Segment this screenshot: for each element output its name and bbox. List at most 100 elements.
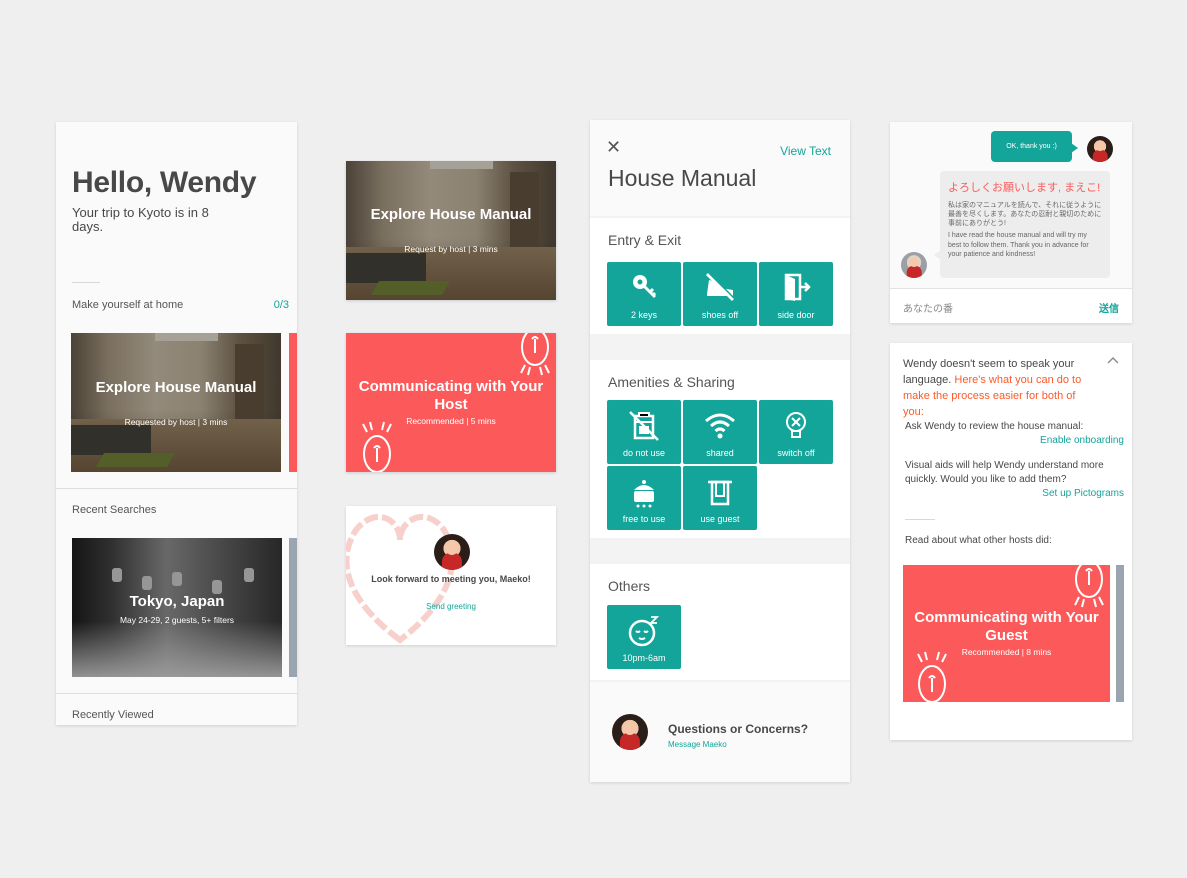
tip-text: Ask Wendy to review the house manual:: [905, 421, 1084, 432]
tile-side-door[interactable]: side door: [759, 262, 833, 326]
tile-label: free to use: [622, 514, 666, 524]
lightbulb-icon: [786, 412, 806, 438]
divider: [72, 282, 100, 283]
tile-switch-off[interactable]: switch off: [759, 400, 833, 464]
section-entry-exit: Entry & Exit 2 keys shoes off side door: [590, 218, 850, 334]
host-avatar: [434, 534, 470, 570]
home-panel: Hello, Wendy Your trip to Kyoto is in 8 …: [56, 122, 297, 725]
communicating-guest-card[interactable]: Communicating with Your Guest Recommende…: [903, 565, 1110, 702]
send-button[interactable]: 送信: [1099, 300, 1119, 315]
message-input-bar: あなたの番 送信: [890, 288, 1132, 323]
card-subtitle: May 24-29, 2 guests, 5+ filters: [119, 615, 235, 625]
section-title: Amenities & Sharing: [608, 374, 735, 390]
wifi-icon: [705, 413, 735, 439]
card-subtitle: Recommended | 8 mins: [961, 647, 1052, 657]
card-subtitle: Request by host | 3 mins: [404, 244, 498, 254]
tile-do-not-use[interactable]: do not use: [607, 400, 681, 464]
greeting-card: Look forward to meeting you, Maeko! Send…: [346, 506, 556, 645]
close-icon[interactable]: ✕: [606, 138, 621, 156]
tip-review-manual: Ask Wendy to review the house manual: En…: [905, 420, 1124, 448]
card-subtitle: Requested by host | 3 mins: [124, 417, 228, 427]
no-shoes-icon: [705, 272, 736, 302]
message-headline: よろしくお願いします, まえこ!: [948, 182, 1101, 194]
towel-icon: [708, 480, 732, 506]
next-card-peek[interactable]: [289, 538, 297, 677]
chevron-up-icon[interactable]: [1107, 356, 1119, 364]
next-card-peek[interactable]: [1116, 565, 1124, 702]
section-title: Others: [608, 578, 651, 594]
house-manual-panel: ✕ View Text House Manual Entry & Exit 2 …: [590, 120, 850, 782]
tile-keys[interactable]: 2 keys: [607, 262, 681, 326]
section-title: Entry & Exit: [608, 232, 682, 248]
sleeping-face-icon: [628, 616, 660, 647]
card-title: Tokyo, Japan: [129, 593, 225, 610]
host-avatar: [612, 714, 648, 750]
explore-house-manual-card[interactable]: Explore House Manual Request by host | 3…: [346, 161, 556, 300]
section-title: Make yourself at home: [72, 299, 184, 311]
message-english: I have read the house manual and will tr…: [948, 232, 1089, 258]
lantern-doodle-icon: [917, 651, 947, 702]
incoming-message: よろしくお願いします, まえこ! 私は家のマニュアルを読んで、それに従うように最…: [934, 171, 1110, 278]
greeting-message: Look forward to meeting you, Maeko!: [371, 574, 531, 584]
door-exit-icon: [784, 273, 811, 301]
lantern-doodle-icon: [1074, 565, 1104, 608]
tile-shoes-off[interactable]: shoes off: [683, 262, 757, 326]
card-title: Communicating with Your Guest: [914, 609, 1099, 644]
tile-label: switch off: [777, 448, 815, 458]
card-title: Explore House Manual: [370, 206, 532, 223]
divider: [56, 488, 297, 489]
tip-text: Visual aids will help Wendy understand m…: [905, 460, 1104, 485]
tile-label: shared: [706, 448, 734, 458]
progress-count: 0/3: [273, 299, 289, 311]
explore-house-manual-card[interactable]: Explore House Manual Requested by host |…: [71, 333, 281, 472]
tile-label: 2 keys: [630, 310, 657, 320]
section-title: Recent Searches: [72, 504, 157, 516]
guest-avatar: [901, 252, 927, 278]
key-icon: [633, 275, 657, 299]
section-header-home: Make yourself at home 0/3: [72, 299, 289, 311]
section-header-recent-searches: Recent Searches: [72, 504, 289, 516]
enable-onboarding-link[interactable]: Enable onboarding: [905, 434, 1124, 448]
tile-quiet-hours[interactable]: 10pm-6am: [607, 605, 681, 669]
section-title: Recently Viewed: [72, 709, 154, 721]
set-up-pictograms-link[interactable]: Set up Pictograms: [905, 487, 1124, 501]
communicating-host-card[interactable]: Communicating with Your Host Recommended…: [346, 333, 556, 472]
message-host-link[interactable]: Message Maeko: [668, 740, 727, 749]
tile-label: shoes off: [701, 310, 739, 320]
greeting-heading: Hello, Wendy: [72, 166, 257, 199]
questions-title: Questions or Concerns?: [668, 722, 809, 736]
tip-pictograms: Visual aids will help Wendy understand m…: [905, 459, 1124, 501]
grill-crossed-icon: [629, 411, 659, 441]
divider: [56, 693, 297, 694]
chat-panel: OK, thank you :) よろしくお願いします, まえこ! 私は家のマニ…: [890, 122, 1132, 323]
page-title: House Manual: [608, 165, 757, 191]
questions-section: Questions or Concerns? Message Maeko: [590, 682, 850, 782]
language-tips-panel: Wendy doesn't seem to speak your languag…: [890, 343, 1132, 740]
message-japanese: 私は家のマニュアルを読んで、それに従うように最善を尽くします。あなたの忍耐と親切…: [948, 202, 1102, 227]
lantern-doodle-icon: [362, 421, 392, 472]
tile-label: 10pm-6am: [622, 653, 666, 663]
section-others: Others 10pm-6am: [590, 564, 850, 680]
manual-header: ✕ View Text House Manual: [590, 120, 850, 216]
tile-label: do not use: [622, 448, 666, 458]
language-notice: Wendy doesn't seem to speak your languag…: [903, 356, 1093, 420]
tile-label: use guest: [700, 514, 740, 524]
divider: [905, 519, 935, 520]
card-title: Communicating with Your Host: [358, 378, 544, 413]
message-input[interactable]: あなたの番: [903, 300, 953, 315]
host-avatar: [1087, 136, 1113, 162]
card-subtitle: Recommended | 5 mins: [406, 416, 496, 426]
next-card-peek[interactable]: [289, 333, 297, 472]
recent-search-card[interactable]: Tokyo, Japan May 24-29, 2 guests, 5+ fil…: [72, 538, 282, 677]
tile-use-guest[interactable]: use guest: [683, 466, 757, 530]
tile-shared[interactable]: shared: [683, 400, 757, 464]
tile-label: side door: [777, 310, 815, 320]
card-title: Explore House Manual: [95, 379, 257, 396]
view-text-link[interactable]: View Text: [780, 144, 831, 158]
rice-cooker-icon: [634, 480, 654, 508]
tile-free-to-use[interactable]: free to use: [607, 466, 681, 530]
outgoing-message: OK, thank you :): [991, 131, 1078, 162]
send-greeting-link[interactable]: Send greeting: [346, 602, 556, 611]
read-more-label: Read about what other hosts did:: [905, 535, 1052, 546]
trip-countdown: Your trip to Kyoto is in 8 days.: [72, 205, 209, 234]
